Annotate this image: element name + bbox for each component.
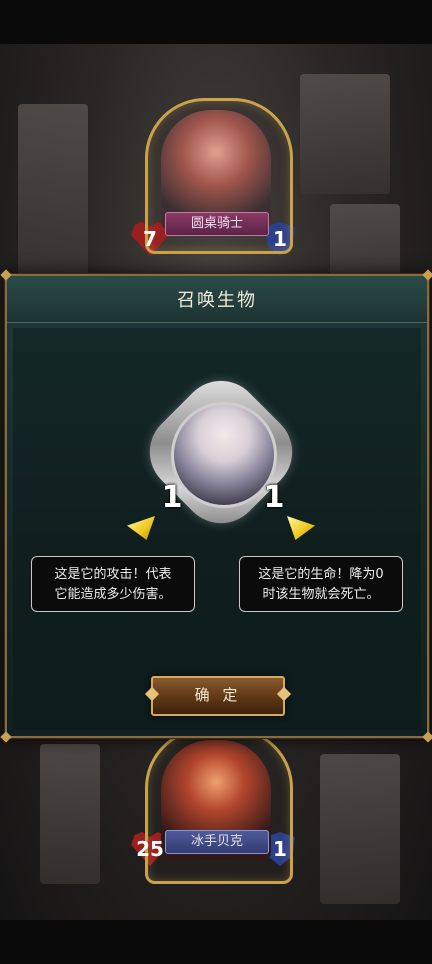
dialog-header: 召唤生物 [7, 276, 427, 323]
health-tooltip: 这是它的生命！降为0 时该生物就会死亡。 [239, 556, 403, 612]
opponent-hero-name: 圆桌骑士 [165, 212, 269, 236]
creature-attack-value: 1 [161, 480, 183, 515]
attack-tooltip-line-1: 这是它的攻击！代表 [54, 567, 172, 582]
confirm-button[interactable]: 确 定 [151, 676, 285, 716]
player-hero-name: 冰手贝克 [165, 830, 269, 854]
player-hero-defense: 1 [273, 837, 287, 861]
player-hero-card[interactable]: 冰手贝克 25 1 [131, 722, 301, 892]
opponent-hero-defense: 1 [273, 227, 287, 251]
attack-tooltip-line-2: 它能造成多少伤害。 [54, 587, 172, 602]
heart-attack-icon: 25 [131, 832, 169, 866]
shield-defense-icon: 1 [265, 222, 295, 256]
top-letterbox [0, 0, 432, 44]
shield-health-icon: 1 [257, 478, 291, 518]
player-hero-attack: 25 [136, 837, 164, 861]
bottom-letterbox [0, 920, 432, 964]
summon-creature-dialog: 召唤生物 1 1 这是它的攻击！代表 它能造成多少伤害。 这是它的生命！降为0 … [0, 269, 432, 743]
attack-tooltip: 这是它的攻击！代表 它能造成多少伤害。 [31, 556, 195, 612]
opponent-hero-card[interactable]: 圆桌骑士 7 1 [131, 92, 301, 262]
shield-defense-icon: 1 [265, 832, 295, 866]
dialog-title: 召唤生物 [177, 290, 257, 311]
health-tooltip-line-1: 这是它的生命！降为0 [258, 567, 384, 582]
creature-health-value: 1 [263, 480, 285, 515]
health-tooltip-line-2: 时该生物就会死亡。 [262, 587, 380, 602]
sword-attack-icon: 1 [151, 478, 193, 518]
heart-attack-icon: 7 [131, 222, 169, 256]
opponent-hero-attack: 7 [143, 227, 157, 251]
